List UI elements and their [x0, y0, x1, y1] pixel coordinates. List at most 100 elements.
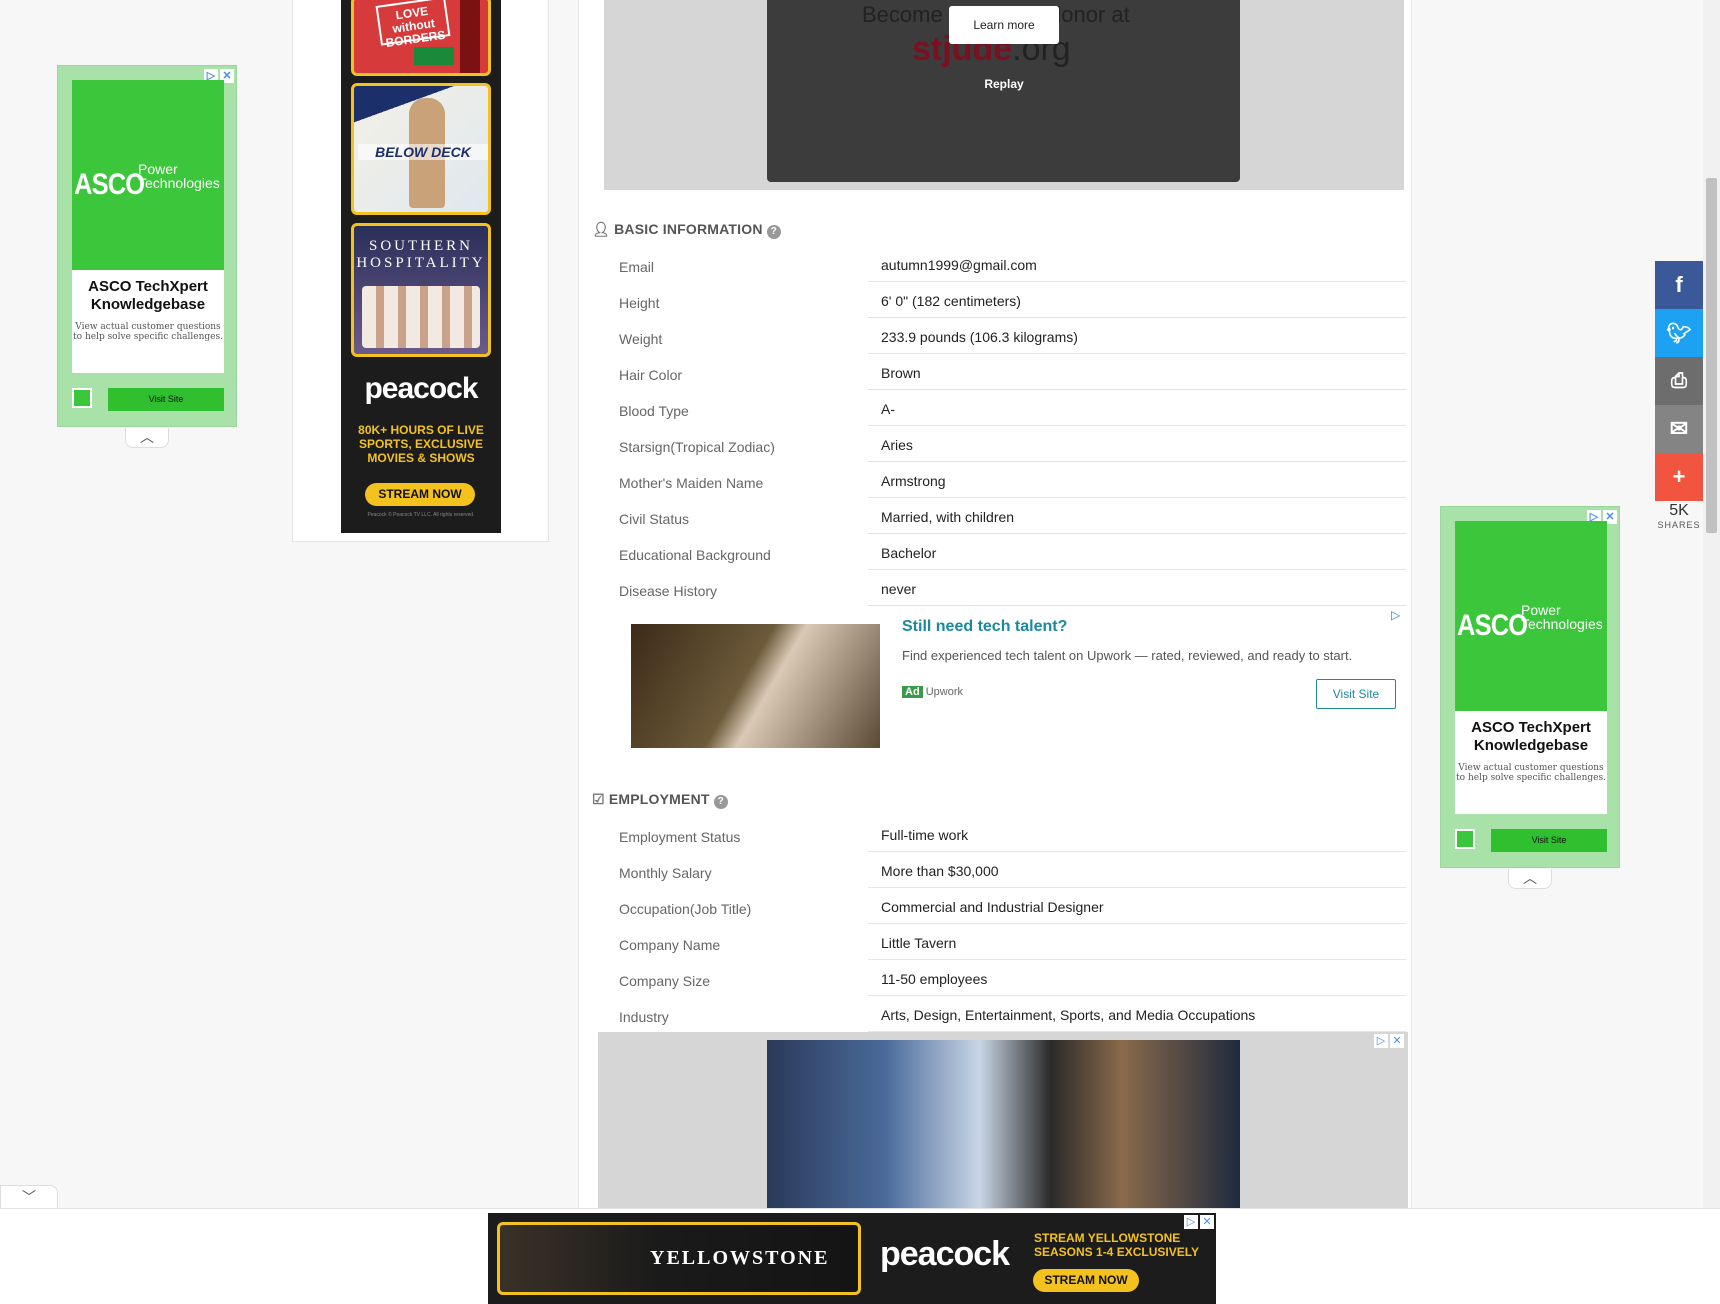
ad-attribution: Ad Upwork — [902, 686, 963, 698]
row-label: Industry — [619, 1009, 669, 1025]
ad-logo-icon — [1455, 829, 1475, 849]
row-label: Weight — [619, 331, 663, 347]
ad-hero[interactable]: ASCO Power Technologies — [72, 80, 224, 270]
row-divider — [868, 534, 1406, 570]
more-share-button[interactable]: + — [1655, 453, 1703, 501]
visit-site-button[interactable]: Visit Site — [108, 388, 224, 411]
twitter-share-button[interactable]: 🐦︎ — [1655, 309, 1703, 357]
table-row: Weight 233.9 pounds (106.3 kilograms) — [598, 318, 1406, 354]
checklist-icon: ☑ — [592, 791, 605, 807]
ad-choices-icon[interactable]: ▷ — [1184, 1215, 1198, 1229]
table-row: Starsign(Tropical Zodiac) Aries — [598, 426, 1406, 462]
row-value: Married, with children — [881, 509, 1015, 525]
learn-more-button[interactable]: Learn more — [949, 6, 1059, 44]
row-value: Brown — [881, 365, 921, 381]
ad-choices-icon[interactable]: ▷ — [1391, 608, 1400, 622]
employment-heading: ☑ EMPLOYMENT ? — [592, 791, 728, 809]
ad-choices[interactable]: ▷ ✕ — [1374, 1034, 1404, 1048]
print-icon: ⎙ — [1671, 369, 1687, 392]
ad-title: ASCO TechXpert Knowledgebase — [1471, 719, 1591, 754]
row-value: More than $30,000 — [881, 863, 999, 879]
row-divider — [868, 390, 1406, 426]
row-divider — [868, 462, 1406, 498]
ad-tile-love-without-borders[interactable]: LOVE without BORDERS — [351, 0, 491, 76]
ad-choices[interactable]: ▷ ✕ — [1184, 1215, 1214, 1229]
row-label: Mother's Maiden Name — [619, 475, 764, 491]
row-label: Monthly Salary — [619, 865, 712, 881]
row-divider — [868, 570, 1406, 606]
row-divider — [868, 426, 1406, 462]
ad-tile-below-deck[interactable]: BELOW DECK — [351, 83, 491, 215]
table-row: Company Name Little Tavern — [598, 924, 1406, 960]
row-value: Commercial and Industrial Designer — [881, 899, 1104, 915]
video-text-right: donor at — [1049, 2, 1130, 27]
upwork-ad[interactable]: Still need tech talent? Find experienced… — [604, 606, 1408, 752]
facebook-share-button[interactable]: f — [1655, 261, 1703, 309]
ad-logo-icon — [72, 388, 92, 408]
expand-ad-button[interactable]: ﹀ — [0, 1185, 58, 1208]
row-label: Employment Status — [619, 829, 741, 845]
row-value: never — [881, 581, 917, 597]
ad-card[interactable]: ASCO TechXpert Knowledgebase View actual… — [1455, 711, 1607, 814]
row-label: Civil Status — [619, 511, 690, 527]
table-row: Monthly Salary More than $30,000 — [598, 852, 1406, 888]
ad-headline[interactable]: Still need tech talent? — [902, 618, 1067, 636]
ad-legal: Peacock © Peacock TV LLC. All rights res… — [367, 512, 475, 518]
row-label: Disease History — [619, 583, 718, 599]
row-value: Aries — [881, 437, 913, 453]
graduation-ad-image[interactable] — [767, 1040, 1240, 1210]
ad-choices-icon[interactable]: ▷ — [1374, 1034, 1388, 1048]
row-value: Little Tavern — [881, 935, 957, 951]
collapse-ad-button[interactable]: ︿ — [1508, 869, 1552, 889]
left-side-ad[interactable]: ▷ ✕ ASCO Power Technologies ASCO TechXpert… — [57, 65, 237, 427]
peacock-logo: peacock — [364, 372, 478, 405]
scrollbar-thumb[interactable] — [1706, 178, 1717, 533]
row-divider — [868, 354, 1406, 390]
table-row: Mother's Maiden Name Armstrong — [598, 462, 1406, 498]
table-row: Blood Type A- — [598, 390, 1406, 426]
row-value: Full-time work — [881, 827, 969, 843]
collapse-ad-button[interactable]: ︿ — [125, 428, 169, 448]
decoration — [460, 0, 480, 73]
ad-tile-southern-hospitality[interactable]: SOUTHERN HOSPITALITY — [351, 223, 491, 357]
table-row: Employment Status Full-time work — [598, 816, 1406, 852]
row-value: Arts, Design, Entertainment, Sports, and… — [881, 1007, 1256, 1023]
ad-card[interactable]: ASCO TechXpert Knowledgebase View actual… — [72, 270, 224, 373]
visit-site-button[interactable]: Visit Site — [1316, 679, 1396, 709]
basic-info-heading: 👤︎ BASIC INFORMATION ? — [592, 221, 781, 239]
bottom-peacock-ad[interactable]: YELLOWSTONE peacock STREAM YELLOWSTONE S… — [488, 1213, 1216, 1304]
video-ad[interactable]: Become donor at stjude.org Learn more Re… — [767, 0, 1240, 182]
ad-brand: ASCO — [74, 168, 145, 201]
peacock-ad[interactable]: LOVE without BORDERS BELOW DECK SOUTHERN… — [341, 0, 501, 533]
right-side-ad[interactable]: ▷ ✕ ASCO Power Technologies ASCO TechXpert… — [1440, 506, 1620, 868]
flag-decoration — [414, 47, 454, 65]
chevron-up-icon: ︿ — [1523, 870, 1537, 886]
share-count-label: SHARES — [1657, 520, 1701, 530]
table-row: Email autumn1999@gmail.com — [598, 246, 1406, 282]
row-label: Hair Color — [619, 367, 683, 383]
print-button[interactable]: ⎙ — [1655, 357, 1703, 405]
twitter-icon: 🐦︎ — [1666, 322, 1692, 345]
scrollbar-track[interactable] — [1703, 0, 1720, 1208]
tile-title: LOVE without BORDERS — [375, 0, 451, 50]
replay-button[interactable]: Replay — [967, 77, 1041, 91]
stream-now-button[interactable]: STREAM NOW — [365, 483, 475, 506]
help-icon[interactable]: ? — [713, 795, 728, 809]
email-share-button[interactable]: ✉ — [1655, 405, 1703, 453]
plus-icon: + — [1672, 464, 1686, 489]
ad-tagline: STREAM YELLOWSTONE SEASONS 1-4 EXCLUSIVE… — [1034, 1231, 1199, 1259]
cast-photo — [362, 286, 480, 348]
stream-now-button[interactable]: STREAM NOW — [1033, 1269, 1139, 1292]
close-icon[interactable]: ✕ — [1200, 1215, 1214, 1229]
row-value: 233.9 pounds (106.3 kilograms) — [881, 329, 1078, 345]
ad-brand: ASCO — [1457, 609, 1528, 642]
visit-site-button[interactable]: Visit Site — [1491, 829, 1607, 852]
close-icon[interactable]: ✕ — [1390, 1034, 1404, 1048]
user-icon: 👤︎ — [592, 221, 610, 237]
ad-show-panel[interactable]: YELLOWSTONE — [497, 1222, 861, 1295]
ad-subtitle: View actual customer questions to help s… — [1456, 763, 1606, 783]
ad-image[interactable] — [631, 624, 880, 748]
tile-title: BELOW DECK — [358, 144, 488, 160]
help-icon[interactable]: ? — [766, 225, 781, 239]
ad-hero[interactable]: ASCO Power Technologies — [1455, 521, 1607, 711]
